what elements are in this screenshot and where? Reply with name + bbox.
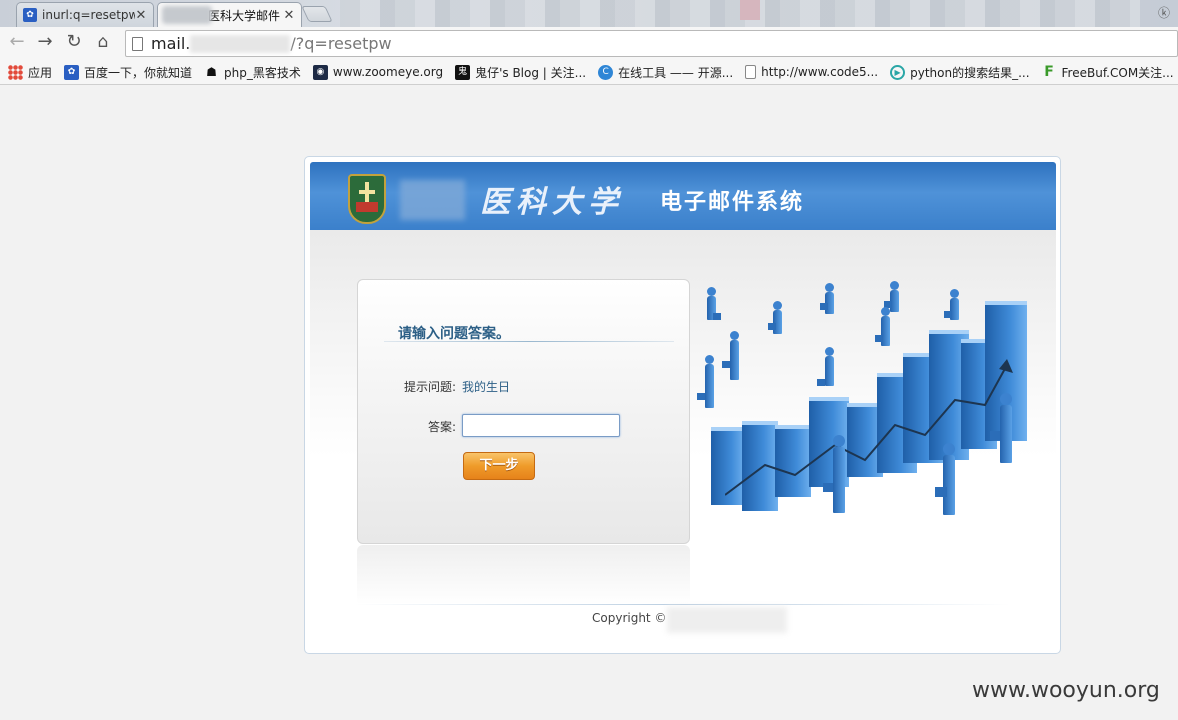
new-tab-button[interactable]	[301, 6, 333, 22]
tab-strip: ✿ inurl:q=resetpw ✕ 医科大学邮件 ✕ ⓚ	[0, 0, 1178, 27]
bookmark-code5[interactable]: http://www.code5...	[745, 65, 878, 79]
divider	[384, 341, 674, 342]
graduation-cap-icon: ☗	[206, 64, 217, 79]
page-icon	[745, 65, 757, 79]
next-button[interactable]: 下一步	[463, 452, 535, 480]
school-name: 医科大学	[480, 185, 624, 220]
answer-input[interactable]	[462, 414, 620, 437]
redacted-region	[667, 607, 787, 633]
bookmark-php[interactable]: ☗ php_黑客技术	[204, 64, 301, 81]
copyright-text: Copyright ©	[592, 611, 667, 625]
form-reflection	[357, 545, 690, 605]
freebuf-f-icon: F	[1044, 63, 1054, 80]
close-icon[interactable]: ✕	[135, 8, 147, 23]
bookmark-online-tools[interactable]: C 在线工具 —— 开源...	[598, 64, 733, 81]
business-growth-illustration	[695, 275, 1035, 605]
page-icon	[132, 36, 143, 51]
window-close-icon[interactable]: ⓚ	[1158, 4, 1170, 21]
url-host-prefix: mail.	[151, 34, 191, 53]
footer-divider	[355, 604, 1010, 605]
close-icon[interactable]: ✕	[283, 8, 295, 23]
apps-grid-icon	[8, 64, 23, 80]
reload-icon[interactable]: ↻	[63, 31, 85, 53]
home-icon[interactable]: ⌂	[92, 31, 114, 53]
bookmark-baidu[interactable]: ✿ 百度一下，你就知道	[64, 64, 192, 81]
zoomeye-eye-icon: ◉	[312, 64, 328, 80]
play-circle-icon: ▶	[890, 64, 906, 80]
baidu-paw-icon: ✿	[64, 64, 80, 80]
url-path: /?q=resetpw	[290, 34, 392, 53]
header-banner: 医科大学 电子邮件系统	[310, 162, 1056, 230]
baidu-paw-icon: ✿	[23, 8, 37, 22]
hint-question-value: 我的生日	[462, 380, 511, 394]
back-icon[interactable]: ←	[6, 31, 28, 53]
tab-title: inurl:q=resetpw	[42, 8, 135, 22]
growth-arrow	[725, 359, 1013, 496]
login-panel: 医科大学 电子邮件系统 请输入问题答案。 提示问题: 我的生日 答案: 下一步	[304, 156, 1061, 654]
bookmark-python[interactable]: ▶ python的搜索结果_...	[890, 64, 1030, 81]
form-heading: 请输入问题答案。	[398, 326, 510, 342]
tab-mail-system[interactable]: 医科大学邮件 ✕	[157, 2, 302, 27]
ghost-blog-icon: 鬼	[455, 64, 471, 80]
forward-icon[interactable]: →	[34, 31, 56, 53]
system-title: 电子邮件系统	[660, 190, 805, 215]
security-question-form: 请输入问题答案。 提示问题: 我的生日 答案: 下一步	[357, 279, 690, 544]
c-logo-icon: C	[598, 64, 614, 80]
university-emblem-logo	[348, 174, 386, 224]
bookmarks-bar: 应用 ✿ 百度一下，你就知道 ☗ php_黑客技术 ◉ www.zoomeye.…	[0, 60, 1178, 85]
tab-inurl-search[interactable]: ✿ inurl:q=resetpw ✕	[16, 2, 154, 27]
bookmark-apps[interactable]: 应用	[8, 64, 52, 81]
browser-toolbar: ← → ↻ ⌂ mail. /?q=resetpw	[0, 27, 1178, 60]
obscured-region	[340, 0, 1140, 27]
redacted-region	[400, 180, 465, 220]
bookmark-ghost-blog[interactable]: 鬼 鬼仔's Blog | 关注...	[455, 64, 586, 81]
bookmark-freebuf[interactable]: F FreeBuf.COM关注...	[1042, 63, 1173, 81]
address-bar[interactable]: mail. /?q=resetpw	[125, 30, 1178, 57]
watermark: www.wooyun.org	[972, 678, 1160, 703]
hint-question-label: 提示问题:	[404, 380, 457, 394]
bookmark-zoomeye[interactable]: ◉ www.zoomeye.org	[312, 64, 443, 80]
answer-label: 答案:	[428, 420, 457, 434]
redacted-host	[190, 34, 291, 53]
